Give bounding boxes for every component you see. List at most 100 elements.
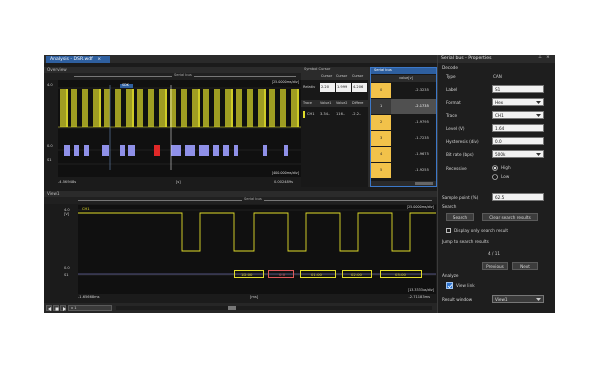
list-item[interactable]: 2 -1.9795	[371, 115, 436, 130]
row-index: 4	[380, 152, 383, 156]
decode-frame[interactable]: 1D:00	[234, 270, 264, 278]
chevron-down-icon	[536, 101, 541, 104]
decode-frame[interactable]: 03:00	[380, 270, 422, 278]
cursor-header-3: Cursor	[352, 74, 364, 78]
bus-segment	[284, 145, 288, 156]
cursor-value-cell[interactable]: 1.999	[336, 83, 351, 92]
label-value: S1	[495, 87, 501, 92]
row-index-cell: 1	[371, 99, 391, 114]
scrollbar-thumb[interactable]	[415, 182, 433, 185]
next-frame-button[interactable]	[60, 305, 66, 311]
recessive-low-radio[interactable]: Low	[492, 173, 532, 180]
overview-y-max: 4.0	[47, 83, 53, 87]
overview-plot[interactable]: SDK [25.0000ms/div] [400.000ms/div]	[58, 80, 301, 177]
recessive-high-radio[interactable]: High	[492, 164, 532, 171]
bus-segment	[64, 145, 70, 156]
search-button[interactable]: Search	[446, 213, 474, 221]
result-window-select[interactable]: View1	[492, 295, 544, 303]
hysteresis-label: Hysteresis (div)	[446, 139, 479, 144]
section-decode: Decode	[442, 65, 458, 70]
serial-bus-list-col-header: value[v]	[371, 75, 436, 82]
view1-bus-label: S1	[64, 273, 69, 277]
serial-bus-list-scrollbar[interactable]	[371, 181, 436, 186]
label-field[interactable]: S1	[492, 85, 544, 93]
analyze-label: Analyze	[442, 273, 459, 278]
hysteresis-field[interactable]: 0.0	[492, 137, 544, 145]
cursor-row-label: Relativ	[303, 85, 316, 89]
scrollbar-thumb[interactable]	[228, 306, 236, 310]
bus-segment	[185, 145, 195, 156]
document-tab[interactable]: Analysis - DSR.wdf ×	[46, 56, 110, 63]
cursor-col-value1: Value1	[320, 101, 332, 105]
row-value: -1.7235	[415, 136, 429, 140]
list-item[interactable]: 3 -1.7235	[371, 131, 436, 146]
view-link-checkbox[interactable]: View link	[446, 282, 506, 290]
decode-frame[interactable]: 01:00	[300, 270, 336, 278]
cursor-value-cell[interactable]: 4.206	[352, 83, 367, 92]
symbol-cursor-panel: Cursor Cursor Cursor Relativ 2.20 1.999 …	[301, 73, 368, 187]
format-label: Format	[446, 100, 461, 105]
decode-frame[interactable]: 02:00	[342, 270, 372, 278]
trace-name: CH1	[307, 112, 315, 116]
view1-plot[interactable]: CH1 [25.0000ms/div] [13.3333us/div] 1D:0…	[78, 205, 436, 294]
list-item[interactable]: 0 -2.3235	[371, 83, 436, 98]
symbol-cursor-head-row: Cursor Cursor Cursor	[301, 73, 368, 80]
view1-waveform	[78, 209, 436, 276]
cursor-value-cell[interactable]: 2.20	[320, 83, 335, 92]
tab-close-icon[interactable]: ×	[97, 57, 101, 62]
close-icon[interactable]: ×	[546, 55, 550, 61]
cursor-header-2: Cursor	[336, 74, 348, 78]
properties-header: Serial bus - Properties ⊥ ×	[438, 55, 555, 63]
sample-point-label: Sample point (%)	[442, 195, 479, 200]
radio-unselected-icon	[492, 174, 498, 180]
view1-time-left: -1.65668ms	[78, 295, 100, 299]
bitrate-select[interactable]: 500k	[492, 150, 544, 158]
search-counter: 4 / 11	[488, 251, 501, 256]
overview-title: Overview	[47, 67, 67, 72]
bus-segment	[84, 145, 89, 156]
search-button-label: Search	[452, 215, 468, 220]
trace-value1: 3.34..	[320, 112, 331, 116]
recessive-low-label: Low	[501, 174, 510, 179]
view1-bus-bar: Serial bus	[44, 197, 437, 204]
trace-select[interactable]: CH1	[492, 111, 544, 119]
clear-search-button[interactable]: Clear search results	[482, 213, 538, 221]
stop-button[interactable]	[53, 305, 59, 311]
level-label: Level (V)	[446, 126, 465, 131]
view1-serial-bus-label: Serial bus	[242, 197, 264, 202]
view1-title: View1	[47, 191, 60, 196]
decode-frame[interactable]: 0:0	[268, 270, 294, 278]
zoom-select[interactable]: x 1	[68, 305, 112, 311]
next-button[interactable]: Next	[512, 262, 538, 270]
horizontal-scrollbar[interactable]	[116, 306, 432, 310]
display-only-checkbox[interactable]: Display only search result	[446, 227, 546, 234]
list-item[interactable]: 4 -1.9675	[371, 147, 436, 162]
view1-bottom-readout: [13.3333us/div]	[407, 287, 434, 292]
bus-segment	[128, 145, 135, 156]
chevron-down-icon	[536, 153, 541, 156]
level-field[interactable]: 1.64	[492, 124, 544, 132]
clear-search-label: Clear search results	[489, 215, 531, 220]
view1-time-right: -2.71183ms	[408, 295, 430, 299]
cursor-value-1: 2.20	[321, 85, 330, 89]
format-select[interactable]: Hex	[492, 98, 544, 106]
cursor-col-difference: Differe	[352, 101, 364, 105]
list-item[interactable]: 1 -2.1735	[371, 99, 436, 114]
cursor-trace-row[interactable]: CH1 3.34.. 116.. -2.2..	[301, 110, 368, 119]
list-item[interactable]: 5 -1.9255	[371, 163, 436, 178]
row-index-cell: 2	[371, 115, 391, 130]
type-value: CAN	[493, 74, 502, 79]
symbol-cursor-value-row[interactable]: Relativ 2.20 1.999 4.206	[301, 82, 368, 94]
serial-bus-list-panel: Serial bus value[v] 0 -2.3235 1 -2.1735 …	[370, 67, 437, 187]
sample-point-field[interactable]: 62.5	[492, 193, 544, 201]
checkbox-checked-icon	[446, 282, 453, 289]
row-value: -1.9255	[415, 168, 429, 172]
bus-segment	[263, 145, 267, 156]
pin-icon[interactable]: ⊥	[538, 55, 542, 61]
bus-segment	[199, 145, 209, 156]
previous-button[interactable]: Previous	[482, 262, 508, 270]
row-value: -1.9675	[415, 152, 429, 156]
overview-top-readout: [25.0000ms/div]	[271, 80, 299, 84]
prev-frame-button[interactable]	[46, 305, 52, 311]
view1-time-axis: -1.65668ms [ms] -2.71183ms	[78, 294, 436, 303]
